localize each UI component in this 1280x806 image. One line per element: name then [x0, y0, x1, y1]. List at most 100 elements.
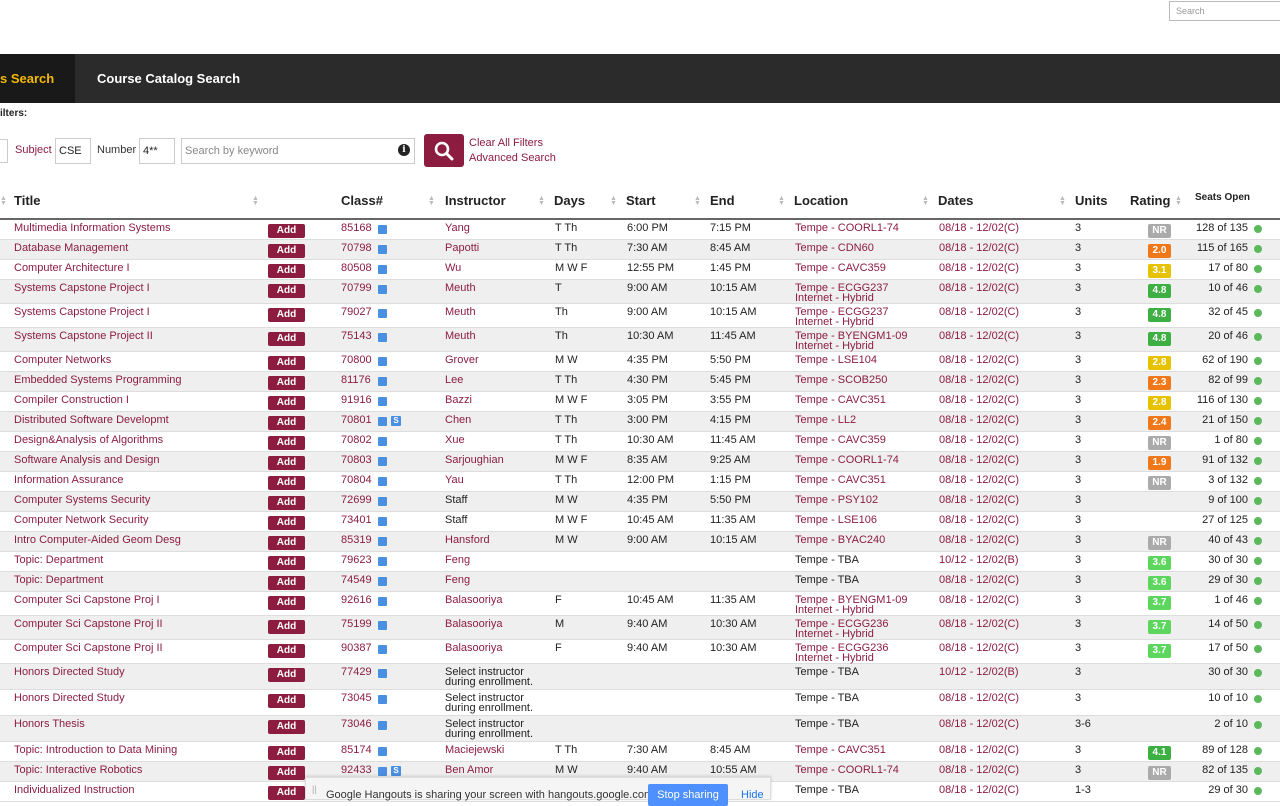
- add-button[interactable]: Add: [268, 596, 305, 610]
- book-icon[interactable]: [378, 377, 387, 386]
- dates-link[interactable]: 08/18 - 12/02(C): [939, 693, 1019, 704]
- class-number-link[interactable]: 75143: [341, 331, 372, 342]
- course-title-link[interactable]: Distributed Software Developmt: [14, 415, 169, 426]
- instructor-link[interactable]: Sarjoughian: [445, 455, 504, 466]
- dates-link[interactable]: 08/18 - 12/02(C): [939, 375, 1019, 386]
- course-title-link[interactable]: Systems Capstone Project II: [14, 331, 153, 342]
- class-number-link[interactable]: 74549: [341, 575, 372, 586]
- col-days[interactable]: Days: [554, 193, 585, 208]
- course-title-link[interactable]: Systems Capstone Project I: [14, 283, 150, 294]
- dates-link[interactable]: 08/18 - 12/02(C): [939, 475, 1019, 486]
- class-number-link[interactable]: 79027: [341, 307, 372, 318]
- add-button[interactable]: Add: [268, 308, 305, 322]
- course-title-link[interactable]: Topic: Department: [14, 555, 103, 566]
- add-button[interactable]: Add: [268, 536, 305, 550]
- class-number-link[interactable]: 85319: [341, 535, 372, 546]
- col-title[interactable]: Title: [14, 193, 41, 208]
- rating-badge[interactable]: NR: [1148, 476, 1171, 490]
- number-input[interactable]: 4**: [139, 138, 175, 164]
- instructor-link[interactable]: Hansford: [445, 535, 490, 546]
- location-link[interactable]: Tempe - PSY102: [795, 495, 878, 506]
- class-number-link[interactable]: 85168: [341, 223, 372, 234]
- add-button[interactable]: Add: [268, 694, 305, 708]
- course-title-link[interactable]: Computer Systems Security: [14, 495, 150, 506]
- class-number-link[interactable]: 73401: [341, 515, 372, 526]
- course-title-link[interactable]: Computer Network Security: [14, 515, 149, 526]
- dates-link[interactable]: 08/18 - 12/02(C): [939, 223, 1019, 234]
- rating-badge[interactable]: 2.4: [1148, 416, 1171, 430]
- instructor-link[interactable]: Balasooriya: [445, 595, 502, 606]
- instructor-link[interactable]: Grover: [445, 355, 479, 366]
- col-seats-open[interactable]: Seats Open: [1195, 192, 1250, 203]
- class-number-link[interactable]: 70804: [341, 475, 372, 486]
- clear-all-filters-link[interactable]: Clear All Filters: [469, 137, 543, 149]
- book-icon[interactable]: [378, 517, 387, 526]
- subject-input[interactable]: CSE: [55, 138, 91, 164]
- course-title-link[interactable]: Honors Directed Study: [14, 667, 125, 678]
- instructor-link[interactable]: Chen: [445, 415, 471, 426]
- dates-link[interactable]: 08/18 - 12/02(C): [939, 355, 1019, 366]
- instructor-link[interactable]: Meuth: [445, 283, 476, 294]
- dates-link[interactable]: 08/18 - 12/02(C): [939, 495, 1019, 506]
- col-dates[interactable]: Dates: [938, 193, 973, 208]
- add-button[interactable]: Add: [268, 264, 305, 278]
- col-class[interactable]: Class#: [341, 193, 383, 208]
- sort-arrows-icon[interactable]: ▲ ▼: [922, 195, 929, 207]
- course-title-link[interactable]: Software Analysis and Design: [14, 455, 160, 466]
- class-number-link[interactable]: 73045: [341, 693, 372, 704]
- book-icon[interactable]: [378, 265, 387, 274]
- add-button[interactable]: Add: [268, 746, 305, 760]
- add-button[interactable]: Add: [268, 476, 305, 490]
- dates-link[interactable]: 10/12 - 12/02(B): [939, 555, 1019, 566]
- add-button[interactable]: Add: [268, 436, 305, 450]
- course-title-link[interactable]: Honors Thesis: [14, 719, 85, 730]
- class-number-link[interactable]: 79623: [341, 555, 372, 566]
- class-number-link[interactable]: 70798: [341, 243, 372, 254]
- rating-badge[interactable]: 2.0: [1148, 244, 1171, 258]
- drag-handle-icon[interactable]: ||: [312, 784, 317, 794]
- class-number-link[interactable]: 92616: [341, 595, 372, 606]
- location-link[interactable]: Tempe - SCOB250: [795, 375, 887, 386]
- course-title-link[interactable]: Intro Computer-Aided Geom Desg: [14, 535, 181, 546]
- rating-badge[interactable]: 4.8: [1148, 284, 1171, 298]
- col-instructor[interactable]: Instructor: [445, 193, 506, 208]
- instructor-link[interactable]: Bazzi: [445, 395, 472, 406]
- rating-badge[interactable]: 3.6: [1148, 576, 1171, 590]
- course-title-link[interactable]: Computer Networks: [14, 355, 111, 366]
- class-number-link[interactable]: 80508: [341, 263, 372, 274]
- book-icon[interactable]: [378, 557, 387, 566]
- dates-link[interactable]: 08/18 - 12/02(C): [939, 595, 1019, 606]
- term-select-edge[interactable]: [0, 139, 8, 163]
- course-title-link[interactable]: Computer Sci Capstone Proj II: [14, 643, 163, 654]
- course-title-link[interactable]: Computer Sci Capstone Proj I: [14, 595, 160, 606]
- tab-course-catalog-search[interactable]: Course Catalog Search: [97, 54, 240, 103]
- course-title-link[interactable]: Information Assurance: [14, 475, 123, 486]
- instructor-link[interactable]: Wu: [445, 263, 461, 274]
- rating-badge[interactable]: 2.3: [1148, 376, 1171, 390]
- sort-arrows-icon[interactable]: ▲ ▼: [538, 195, 545, 207]
- rating-badge[interactable]: NR: [1148, 766, 1171, 780]
- sort-arrows-icon[interactable]: ▲ ▼: [778, 195, 785, 207]
- location-link[interactable]: Tempe - CAVC359: [795, 435, 886, 446]
- dates-link[interactable]: 08/18 - 12/02(C): [939, 575, 1019, 586]
- dates-link[interactable]: 08/18 - 12/02(C): [939, 435, 1019, 446]
- instructor-link[interactable]: Maciejewski: [445, 745, 504, 756]
- col-end[interactable]: End: [710, 193, 735, 208]
- book-icon[interactable]: [378, 225, 387, 234]
- dates-link[interactable]: 08/18 - 12/02(C): [939, 745, 1019, 756]
- location-link[interactable]: Tempe - CAVC351: [795, 395, 886, 406]
- advanced-search-link[interactable]: Advanced Search: [469, 152, 556, 164]
- instructor-link[interactable]: Meuth: [445, 307, 476, 318]
- book-icon[interactable]: [378, 537, 387, 546]
- dates-link[interactable]: 08/18 - 12/02(C): [939, 307, 1019, 318]
- location-link[interactable]: Tempe - LL2: [795, 415, 856, 426]
- class-number-link[interactable]: 73046: [341, 719, 372, 730]
- add-button[interactable]: Add: [268, 576, 305, 590]
- sort-arrows-icon[interactable]: ▲ ▼: [1175, 195, 1182, 207]
- rating-badge[interactable]: 3.6: [1148, 556, 1171, 570]
- book-icon[interactable]: [378, 357, 387, 366]
- instructor-link[interactable]: Lee: [445, 375, 463, 386]
- tab-class-search[interactable]: s Search: [0, 54, 75, 103]
- search-button[interactable]: [424, 134, 464, 167]
- instructor-link[interactable]: Xue: [445, 435, 465, 446]
